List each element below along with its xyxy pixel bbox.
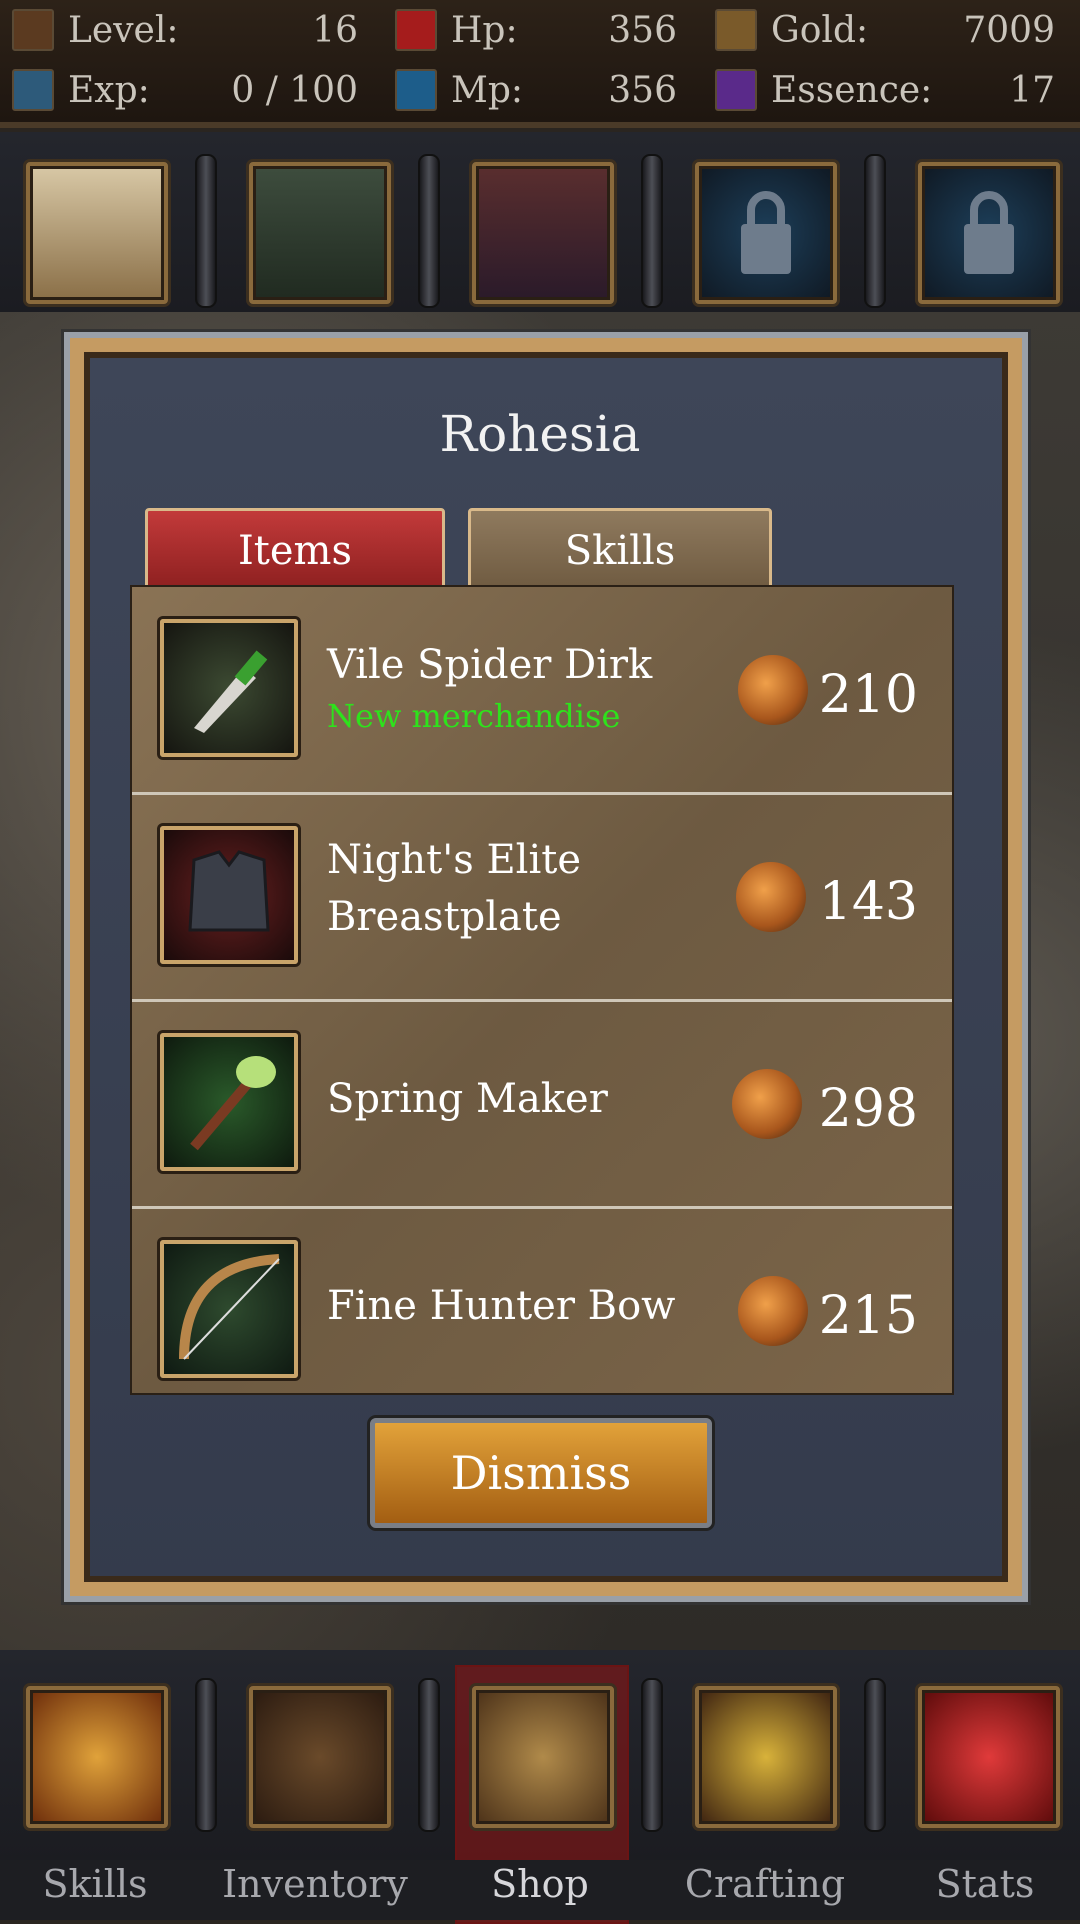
divider	[641, 1678, 663, 1832]
dismiss-button[interactable]: Dismiss	[370, 1418, 712, 1528]
item-name: Spring Maker	[327, 1076, 608, 1122]
top-action-bar	[0, 132, 1080, 312]
heart-icon[interactable]	[918, 1686, 1060, 1828]
stats-bar: Level: 16 Exp: 0 / 100 Hp: 356 Mp: 356 G…	[0, 0, 1080, 128]
gold-coins-icon	[736, 862, 806, 932]
backpack-icon[interactable]	[249, 1686, 391, 1828]
tab-items[interactable]: Items	[145, 508, 445, 594]
tab-skills-nav[interactable]: Skills	[10, 1862, 180, 1906]
mana-orb-icon	[395, 69, 437, 111]
item-price: 210	[818, 665, 918, 725]
divider	[864, 1678, 886, 1832]
exp-stat: Exp: 0 / 100	[12, 62, 358, 118]
hourglass-icon[interactable]	[695, 1686, 837, 1828]
item-name: Night's Elite	[327, 837, 582, 883]
item-name: Vile Spider Dirk	[327, 642, 653, 688]
scales-icon[interactable]	[472, 1686, 614, 1828]
divider	[195, 1678, 217, 1832]
divider	[864, 154, 886, 308]
tab-stats[interactable]: Stats	[900, 1862, 1070, 1906]
level-stat: Level: 16	[12, 2, 358, 58]
gold-coins-icon	[738, 655, 808, 725]
quest-scroll-button[interactable]	[26, 162, 168, 304]
bottom-nav	[0, 1650, 1080, 1924]
wagon-button[interactable]	[249, 162, 391, 304]
item-price: 143	[818, 872, 918, 932]
divider	[195, 154, 217, 308]
item-name: Fine Hunter Bow	[327, 1283, 676, 1329]
item-name-line2: Breastplate	[327, 894, 562, 940]
exp-icon	[12, 69, 54, 111]
dagger-icon	[160, 619, 298, 757]
locked-slot-2[interactable]	[918, 162, 1060, 304]
new-merchandise-label: New merchandise	[327, 697, 621, 735]
list-item[interactable]: Night's Elite Breastplate 143	[132, 794, 952, 1002]
item-price: 298	[818, 1079, 918, 1139]
gold-coins-icon	[738, 1276, 808, 1346]
essence-stat: Essence: 17	[715, 62, 1055, 118]
breastplate-icon	[160, 826, 298, 964]
item-list: Vile Spider Dirk New merchandise 210 Nig…	[130, 585, 954, 1395]
tab-crafting[interactable]: Crafting	[665, 1862, 865, 1906]
lock-icon	[741, 191, 791, 274]
essence-icon	[715, 69, 757, 111]
locked-slot-1[interactable]	[695, 162, 837, 304]
gold-coins-icon	[732, 1069, 802, 1139]
divider	[641, 154, 663, 308]
crossed-swords-icon[interactable]	[26, 1686, 168, 1828]
lock-icon	[964, 191, 1014, 274]
merchant-name: Rohesia	[439, 405, 641, 463]
gold-coins-icon	[715, 9, 757, 51]
item-price: 215	[818, 1286, 918, 1346]
list-item[interactable]: Fine Hunter Bow 215	[132, 1208, 952, 1413]
tab-shop[interactable]: Shop	[455, 1862, 625, 1906]
list-item[interactable]: Vile Spider Dirk New merchandise 210	[132, 587, 952, 795]
bow-icon	[160, 1240, 298, 1378]
tab-skills[interactable]: Skills	[468, 508, 772, 594]
spellbook-button[interactable]	[472, 162, 614, 304]
divider	[418, 1678, 440, 1832]
hp-stat: Hp: 356	[395, 2, 677, 58]
divider	[418, 154, 440, 308]
gold-stat: Gold: 7009	[715, 2, 1055, 58]
mp-stat: Mp: 356	[395, 62, 677, 118]
tab-inventory[interactable]: Inventory	[215, 1862, 415, 1906]
list-item[interactable]: Spring Maker 298	[132, 1001, 952, 1209]
heart-icon	[395, 9, 437, 51]
level-icon	[12, 9, 54, 51]
staff-icon	[160, 1033, 298, 1171]
